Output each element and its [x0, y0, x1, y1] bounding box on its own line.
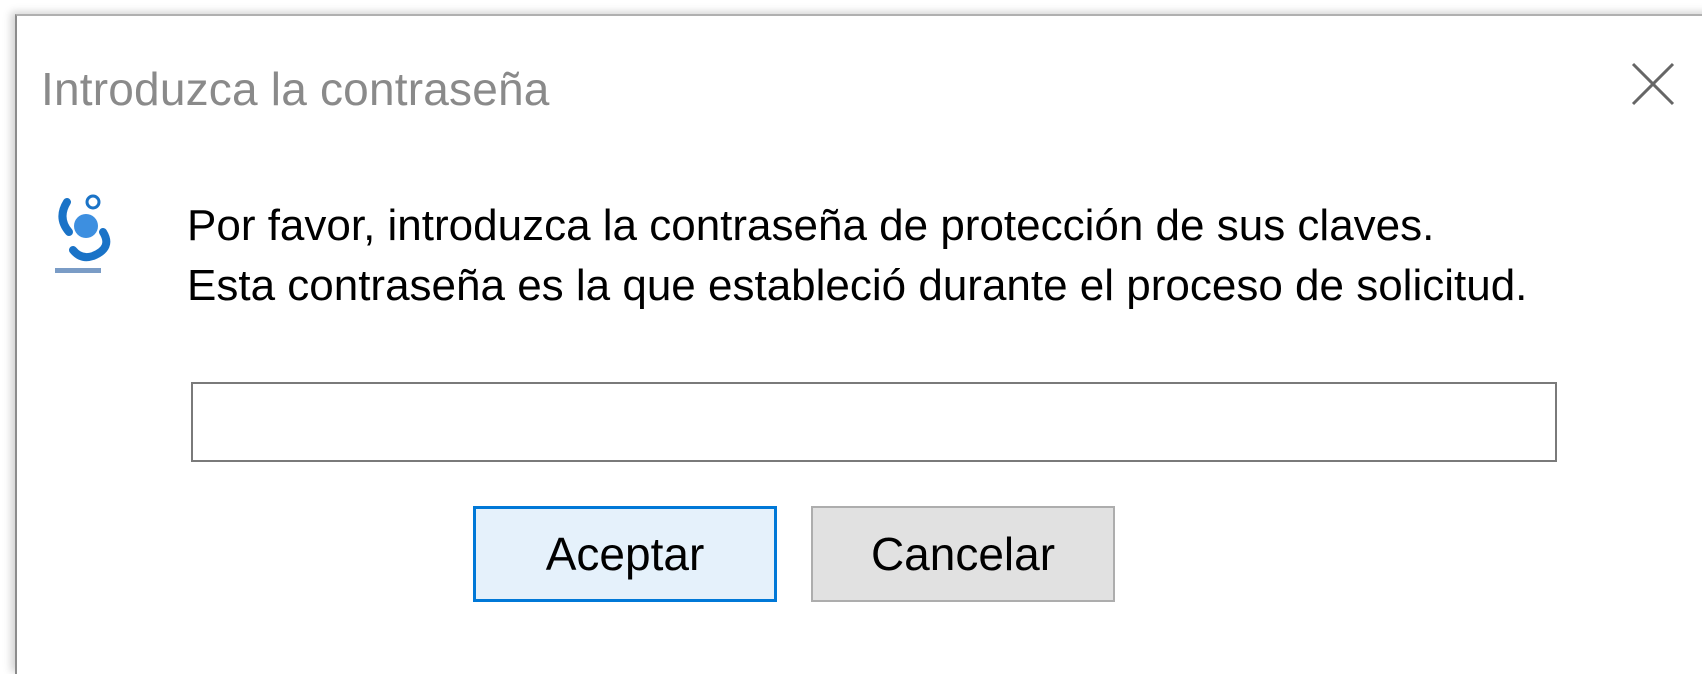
close-icon — [1631, 62, 1675, 106]
dialog-titlebar[interactable]: Introduzca la contraseña — [17, 16, 1702, 128]
accept-button[interactable]: Aceptar — [473, 506, 777, 602]
certificate-app-icon — [53, 188, 117, 276]
password-dialog: Introduzca la contraseña Por favor, intr… — [15, 14, 1702, 674]
password-input[interactable] — [191, 382, 1557, 462]
dialog-title: Introduzca la contraseña — [41, 63, 550, 115]
dialog-message: Por favor, introduzca la contraseña de p… — [187, 196, 1527, 316]
close-button[interactable] — [1617, 48, 1689, 120]
message-line-2: Esta contraseña es la que estableció dur… — [187, 261, 1528, 310]
message-line-1: Por favor, introduzca la contraseña de p… — [187, 201, 1435, 250]
cancel-button[interactable]: Cancelar — [811, 506, 1115, 602]
